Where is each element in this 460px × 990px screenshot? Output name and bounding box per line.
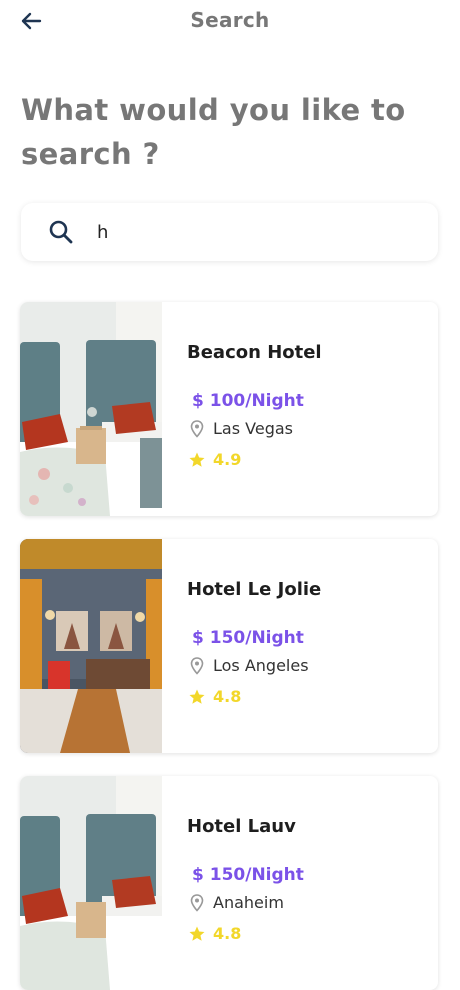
page-title: Search (190, 8, 270, 32)
hotel-price: $ 150/Night (192, 628, 304, 648)
star-icon (188, 925, 206, 943)
hotel-name: Hotel Le Jolie (187, 579, 322, 600)
hotel-location: Los Angeles (190, 656, 309, 675)
hotel-location-label: Las Vegas (213, 419, 293, 438)
search-input[interactable] (95, 220, 399, 244)
search-prompt-heading: What would you like to search ? (21, 93, 406, 171)
hotel-rating: 4.8 (188, 687, 241, 706)
hotel-location: Anaheim (190, 893, 284, 912)
hotel-card[interactable]: Beacon Hotel $ 100/Night Las Vegas 4.9 (20, 302, 438, 516)
hotel-price: $ 100/Night (192, 391, 304, 411)
hotel-rating-value: 4.8 (213, 924, 242, 943)
hotel-card[interactable]: Hotel Le Jolie $ 150/Night Los Angeles 4… (20, 539, 438, 753)
hotel-rating-value: 4.9 (213, 450, 242, 469)
hotel-image (20, 539, 162, 753)
hotel-rating-value: 4.8 (213, 687, 242, 706)
hotel-location: Las Vegas (190, 419, 293, 438)
hotel-location-label: Anaheim (213, 893, 284, 912)
hotel-rating: 4.8 (188, 924, 241, 943)
app-header: Search (0, 0, 460, 44)
hotel-location-label: Los Angeles (213, 656, 309, 675)
star-icon (188, 451, 206, 469)
hotel-price: $ 150/Night (192, 865, 304, 885)
star-icon (188, 688, 206, 706)
hotel-card[interactable]: Hotel Lauv $ 150/Night Anaheim 4.8 (20, 776, 438, 990)
hotel-rating: 4.9 (188, 450, 241, 469)
search-icon[interactable] (47, 218, 75, 246)
hotel-name: Hotel Lauv (187, 816, 296, 837)
search-bar[interactable] (21, 203, 438, 261)
location-pin-icon (190, 419, 204, 438)
hotel-name: Beacon Hotel (187, 342, 322, 363)
location-pin-icon (190, 893, 204, 912)
location-pin-icon (190, 656, 204, 675)
hotel-image (20, 302, 162, 516)
hotel-image (20, 776, 162, 990)
